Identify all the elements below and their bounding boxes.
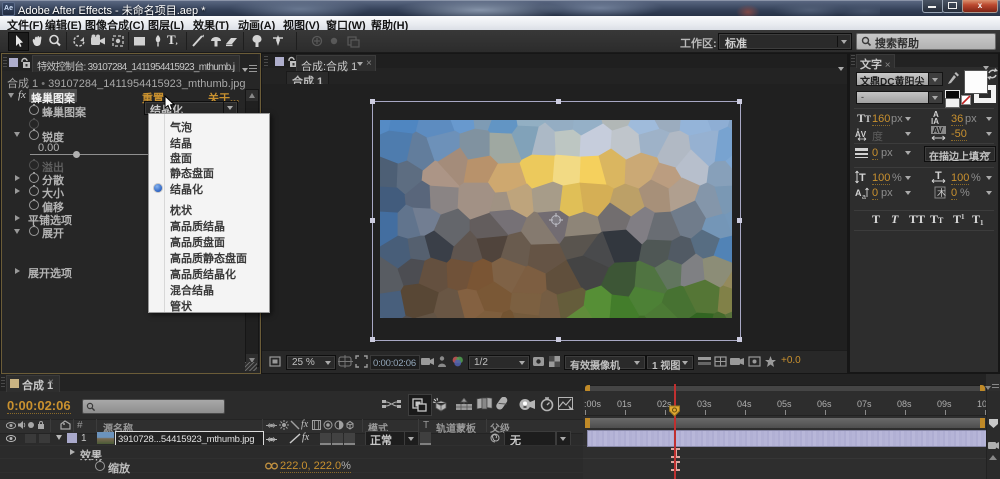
svg-text:A: A — [855, 188, 862, 198]
svg-text:T: T — [935, 170, 942, 182]
svg-text:a: a — [862, 194, 866, 200]
svg-text:T: T — [859, 172, 866, 184]
svg-text:A̓V: A̓V — [855, 129, 867, 139]
svg-text:lA: lA — [931, 117, 939, 125]
svg-text:AV: AV — [933, 126, 944, 135]
svg-text:木: 木 — [937, 187, 946, 198]
